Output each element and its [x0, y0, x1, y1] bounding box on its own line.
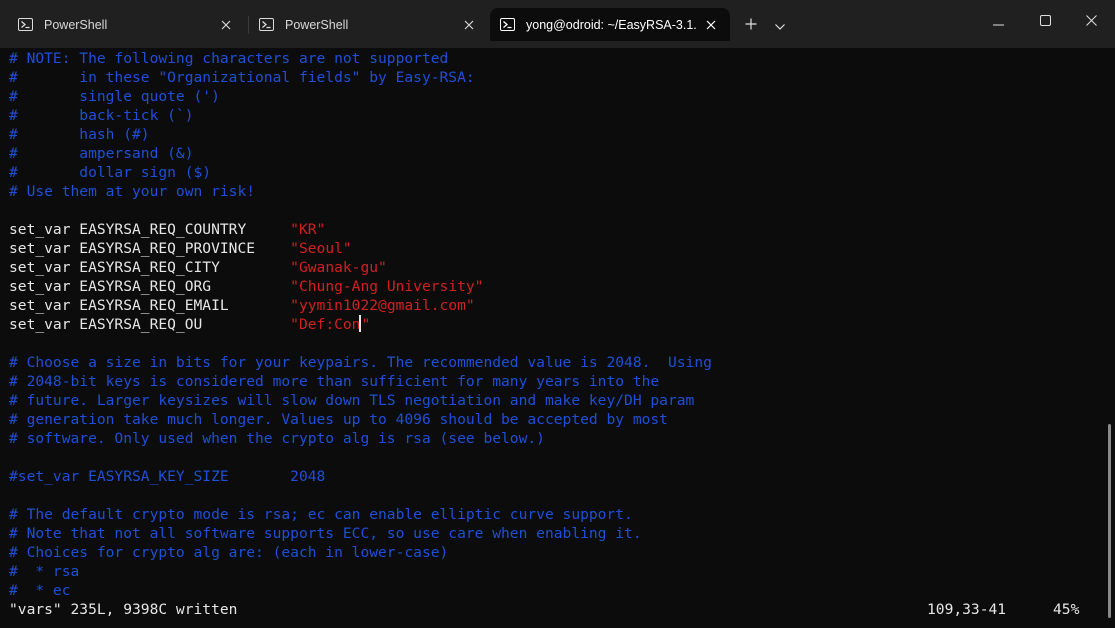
maximize-icon: [1039, 11, 1051, 30]
comment-text: # 2048-bit keys is considered more than …: [9, 373, 660, 390]
string-literal: "KR": [290, 221, 326, 238]
tab-active-ssh[interactable]: yong@odroid: ~/EasyRSA-3.1.: [490, 8, 730, 41]
vim-scroll-percent: 45%: [1053, 601, 1080, 618]
code-line: # * rsa: [9, 562, 79, 581]
code-text: set_var EASYRSA_REQ_ORG: [9, 278, 291, 295]
comment-text: #set_var EASYRSA_KEY_SIZE 2048: [9, 468, 326, 485]
powershell-icon: [18, 18, 33, 31]
minimize-icon: [992, 11, 1004, 30]
terminal-window: PowerShell PowerShell yong@odroid: ~/Eas…: [0, 0, 1115, 628]
code-line: # Choose a size in bits for your keypair…: [9, 353, 712, 372]
comment-text: # software. Only used when the crypto al…: [9, 430, 545, 447]
string-literal: "Def:Con: [290, 316, 361, 333]
code-text: set_var EASYRSA_REQ_EMAIL: [9, 297, 291, 314]
tab-label: PowerShell: [44, 17, 108, 32]
comment-text: # Note that not all software supports EC…: [9, 525, 642, 542]
string-literal: "Gwanak-gu": [290, 259, 387, 276]
close-icon: [1085, 11, 1097, 30]
close-icon[interactable]: [215, 14, 237, 36]
tab-powershell-1[interactable]: PowerShell: [8, 8, 245, 41]
code-text: set_var EASYRSA_REQ_OU: [9, 316, 291, 333]
string-literal: ": [361, 316, 371, 333]
chevron-down-icon: [775, 15, 785, 34]
comment-text: # * rsa: [9, 563, 80, 580]
code-text: set_var EASYRSA_REQ_CITY: [9, 259, 291, 276]
comment-text: # in these "Organizational fields" by Ea…: [9, 69, 475, 86]
code-line: # software. Only used when the crypto al…: [9, 429, 545, 448]
string-literal: "Chung-Ang University": [290, 278, 484, 295]
comment-text: # generation take much longer. Values up…: [9, 411, 668, 428]
maximize-button[interactable]: [1022, 0, 1068, 40]
minimize-button[interactable]: [975, 0, 1021, 40]
code-line: # ampersand (&): [9, 144, 194, 163]
scrollbar-thumb[interactable]: [1108, 424, 1111, 618]
plus-icon: [745, 15, 757, 34]
code-line: # dollar sign ($): [9, 163, 211, 182]
code-line: # back-tick (`): [9, 106, 194, 125]
powershell-icon: [500, 18, 515, 31]
string-literal: "yymin1022@gmail.com": [290, 297, 475, 314]
tab-dropdown-button[interactable]: [768, 8, 792, 41]
code-line: set_var EASYRSA_REQ_CITY "Gwanak-gu": [9, 258, 387, 277]
vim-status-message: "vars" 235L, 9398C written: [9, 601, 238, 618]
code-text: set_var EASYRSA_REQ_PROVINCE: [9, 240, 291, 257]
comment-text: # Choose a size in bits for your keypair…: [9, 354, 712, 371]
code-line: # Use them at your own risk!: [9, 182, 255, 201]
tab-label: yong@odroid: ~/EasyRSA-3.1.: [526, 17, 697, 32]
code-line: set_var EASYRSA_REQ_COUNTRY "KR": [9, 220, 325, 239]
comment-text: # ampersand (&): [9, 145, 194, 162]
comment-text: # future. Larger keysizes will slow down…: [9, 392, 695, 409]
code-line: # single quote ('): [9, 87, 220, 106]
code-line: # * ec: [9, 581, 71, 600]
code-line: set_var EASYRSA_REQ_ORG "Chung-Ang Unive…: [9, 277, 483, 296]
string-literal: "Seoul": [290, 240, 352, 257]
title-bar: PowerShell PowerShell yong@odroid: ~/Eas…: [0, 0, 1115, 48]
code-line: #set_var EASYRSA_KEY_SIZE 2048: [9, 467, 325, 486]
vim-cursor-position: 109,33-41: [927, 601, 1007, 618]
new-tab-button[interactable]: [737, 8, 765, 41]
code-line: set_var EASYRSA_REQ_EMAIL "yymin1022@gma…: [9, 296, 475, 315]
code-line: set_var EASYRSA_REQ_OU "Def:Con": [9, 315, 370, 334]
comment-text: # Use them at your own risk!: [9, 183, 256, 200]
code-line: # Note that not all software supports EC…: [9, 524, 642, 543]
code-line: # generation take much longer. Values up…: [9, 410, 668, 429]
comment-text: # The default crypto mode is rsa; ec can…: [9, 506, 633, 523]
code-line: set_var EASYRSA_REQ_PROVINCE "Seoul": [9, 239, 352, 258]
close-icon[interactable]: [458, 14, 480, 36]
powershell-icon: [259, 18, 274, 31]
code-line: # Choices for crypto alg are: (each in l…: [9, 543, 448, 562]
code-line: # NOTE: The following characters are not…: [9, 49, 448, 68]
code-line: # The default crypto mode is rsa; ec can…: [9, 505, 633, 524]
terminal-viewport[interactable]: # NOTE: The following characters are not…: [0, 48, 1103, 628]
comment-text: # dollar sign ($): [9, 164, 212, 181]
comment-text: # Choices for crypto alg are: (each in l…: [9, 544, 449, 561]
comment-text: # * ec: [9, 582, 71, 599]
code-text: set_var EASYRSA_REQ_COUNTRY: [9, 221, 291, 238]
code-line: # in these "Organizational fields" by Ea…: [9, 68, 475, 87]
tab-powershell-2[interactable]: PowerShell: [249, 8, 488, 41]
tab-label: PowerShell: [285, 17, 349, 32]
close-window-button[interactable]: [1068, 0, 1114, 40]
comment-text: # single quote ('): [9, 88, 220, 105]
code-line: # hash (#): [9, 125, 150, 144]
code-line: # 2048-bit keys is considered more than …: [9, 372, 659, 391]
comment-text: # NOTE: The following characters are not…: [9, 50, 449, 67]
close-icon[interactable]: [700, 14, 722, 36]
comment-text: # back-tick (`): [9, 107, 194, 124]
code-line: # future. Larger keysizes will slow down…: [9, 391, 694, 410]
comment-text: # hash (#): [9, 126, 150, 143]
